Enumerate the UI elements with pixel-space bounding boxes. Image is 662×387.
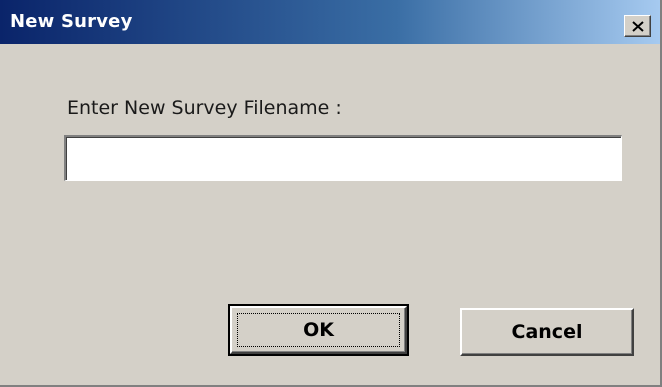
filename-label: Enter New Survey Filename :	[67, 97, 342, 119]
cancel-button[interactable]: Cancel	[460, 308, 634, 356]
filename-input[interactable]	[64, 135, 622, 181]
new-survey-dialog: New Survey Enter New Survey Filename : O…	[0, 0, 662, 387]
ok-button[interactable]: OK	[228, 304, 409, 356]
title-bar[interactable]: New Survey	[0, 0, 660, 44]
close-button[interactable]	[624, 15, 651, 37]
close-icon	[631, 20, 644, 32]
cancel-button-label: Cancel	[511, 321, 583, 343]
window-title: New Survey	[10, 11, 133, 32]
ok-button-label: OK	[303, 319, 334, 341]
